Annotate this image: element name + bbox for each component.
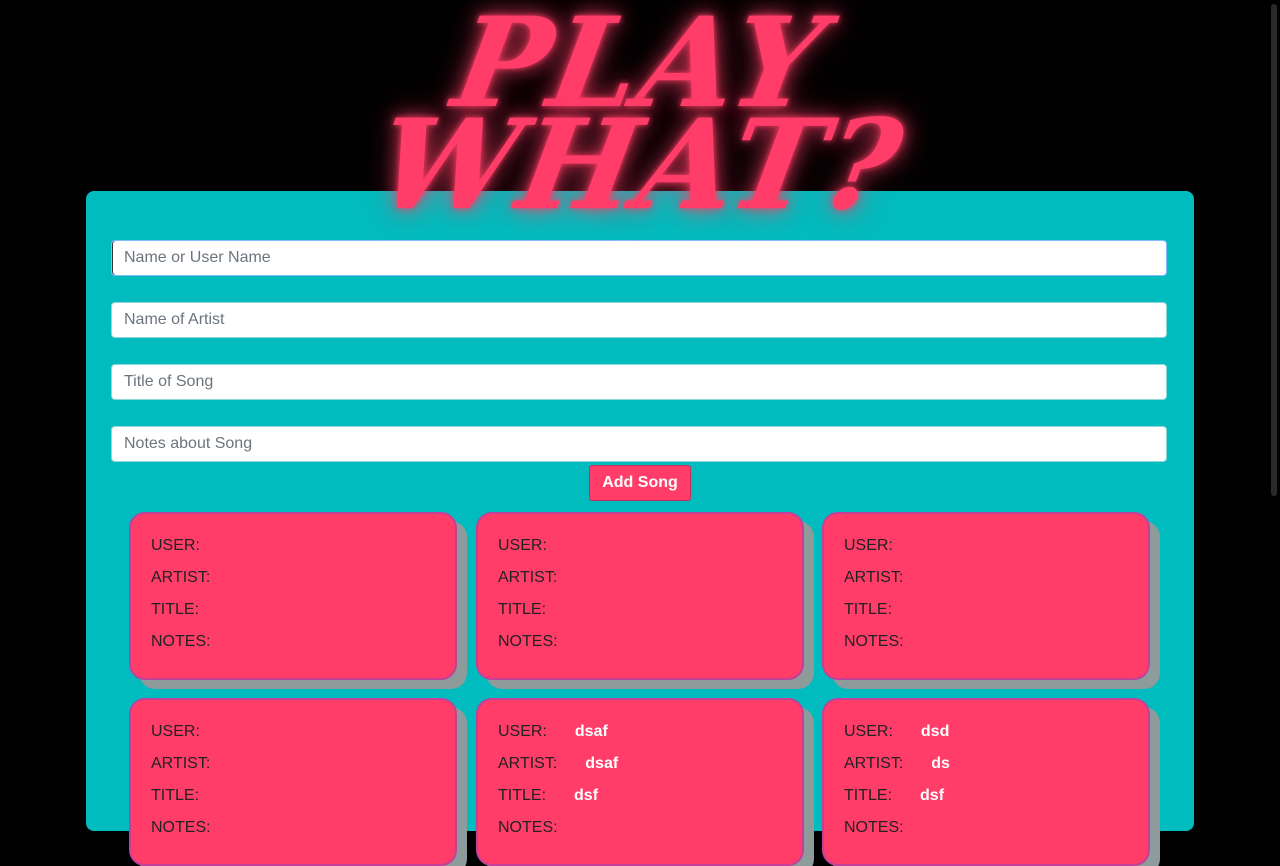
user-name-input[interactable] <box>111 240 1167 276</box>
title-label: TITLE: <box>498 601 547 618</box>
song-card: USER: dsaf ARTIST: dsaf TITLE: dsf NOTES: <box>476 698 804 866</box>
add-song-button[interactable]: Add Song <box>589 465 691 501</box>
song-card: USER: dsd ARTIST: ds TITLE: dsf NOTES: <box>822 698 1150 866</box>
title-label: TITLE: <box>151 787 200 804</box>
card-notes-row: NOTES: <box>498 632 782 664</box>
song-card: USER: ARTIST: TITLE: NOTES: <box>476 512 804 680</box>
card-notes-row: NOTES: <box>844 632 1128 664</box>
artist-value: ds <box>931 755 950 772</box>
card-user-row: USER: dsaf <box>498 722 782 754</box>
card-user-row: USER: <box>844 536 1128 568</box>
card-notes-row: NOTES: <box>498 818 782 850</box>
card-artist-row: ARTIST: <box>844 568 1128 600</box>
song-card: USER: ARTIST: TITLE: NOTES: <box>129 512 457 680</box>
artist-label: ARTIST: <box>151 755 211 772</box>
card-user-row: USER: <box>498 536 782 568</box>
song-panel: Add Song USER: ARTIST: TITLE: NOTES: USE… <box>86 191 1194 866</box>
card-user-row: USER: <box>151 536 435 568</box>
title-label: TITLE: <box>151 601 200 618</box>
artist-input[interactable] <box>111 302 1167 338</box>
user-label: USER: <box>844 537 893 554</box>
user-label: USER: <box>151 537 200 554</box>
logo-line-play: PLAY <box>443 0 837 136</box>
card-title-row: TITLE: <box>498 600 782 632</box>
card-title-row: TITLE: <box>151 600 435 632</box>
artist-label: ARTIST: <box>844 755 904 772</box>
user-value: dsaf <box>574 723 608 740</box>
artist-label: ARTIST: <box>844 569 904 586</box>
card-notes-row: NOTES: <box>151 632 435 664</box>
card-artist-row: ARTIST: <box>498 568 782 600</box>
card-artist-row: ARTIST: <box>151 754 435 786</box>
card-title-row: TITLE: <box>151 786 435 818</box>
song-notes-input[interactable] <box>111 426 1167 462</box>
user-label: USER: <box>498 723 547 740</box>
notes-label: NOTES: <box>844 819 904 836</box>
card-artist-row: ARTIST: dsaf <box>498 754 782 786</box>
card-user-row: USER: dsd <box>844 722 1128 754</box>
artist-label: ARTIST: <box>151 569 211 586</box>
user-label: USER: <box>498 537 547 554</box>
title-value: dsf <box>920 787 945 804</box>
notes-label: NOTES: <box>498 633 558 650</box>
card-user-row: USER: <box>151 722 435 754</box>
card-notes-row: NOTES: <box>151 818 435 850</box>
artist-label: ARTIST: <box>498 755 558 772</box>
song-card: USER: ARTIST: TITLE: NOTES: <box>129 698 457 866</box>
song-card: USER: ARTIST: TITLE: NOTES: <box>822 512 1150 680</box>
artist-value: dsaf <box>585 755 619 772</box>
card-artist-row: ARTIST: ds <box>844 754 1128 786</box>
card-notes-row: NOTES: <box>844 818 1128 850</box>
card-artist-row: ARTIST: <box>151 568 435 600</box>
song-title-input[interactable] <box>111 364 1167 400</box>
notes-label: NOTES: <box>151 633 211 650</box>
artist-label: ARTIST: <box>498 569 558 586</box>
user-label: USER: <box>844 723 893 740</box>
notes-label: NOTES: <box>498 819 558 836</box>
user-label: USER: <box>151 723 200 740</box>
notes-label: NOTES: <box>151 819 211 836</box>
page-scrollbar[interactable] <box>1268 0 1280 800</box>
title-label: TITLE: <box>844 601 893 618</box>
notes-label: NOTES: <box>844 633 904 650</box>
scrollbar-thumb[interactable] <box>1271 4 1277 496</box>
card-title-row: TITLE: <box>844 600 1128 632</box>
card-title-row: TITLE: dsf <box>844 786 1128 818</box>
user-value: dsd <box>920 723 950 740</box>
title-label: TITLE: <box>844 787 893 804</box>
card-title-row: TITLE: dsf <box>498 786 782 818</box>
title-label: TITLE: <box>498 787 547 804</box>
title-value: dsf <box>574 787 599 804</box>
